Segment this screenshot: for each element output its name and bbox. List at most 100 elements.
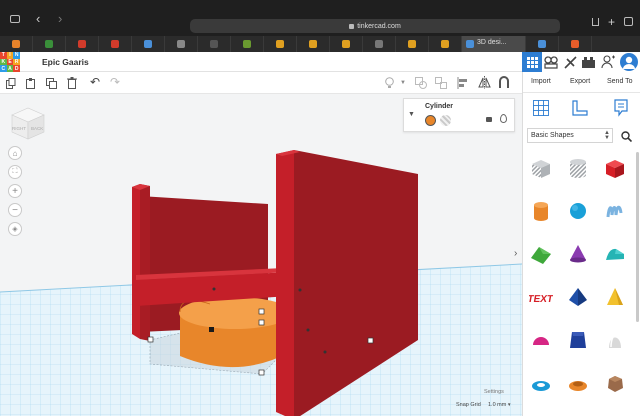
browser-tab[interactable]	[429, 36, 462, 52]
back-icon[interactable]: ‹	[36, 11, 40, 26]
hole-swatch[interactable]	[440, 115, 451, 126]
shape-sphere-icon[interactable]	[566, 199, 594, 227]
view-controls: ⌂ ⛶ + − ◈	[8, 146, 22, 240]
inspector-title: Cylinder	[425, 103, 454, 110]
avatar[interactable]	[620, 53, 638, 71]
browser-tab[interactable]	[165, 36, 198, 52]
shape-box-hole-icon[interactable]	[529, 156, 557, 184]
perspective-icon[interactable]: ◈	[8, 222, 22, 236]
browser-tab[interactable]	[396, 36, 429, 52]
share-icon[interactable]	[592, 18, 599, 26]
shape-round-roof-icon[interactable]	[603, 242, 631, 270]
forward-icon[interactable]: ›	[58, 11, 62, 26]
shape-box-icon[interactable]	[603, 156, 631, 184]
new-tab-icon[interactable]: +	[608, 15, 615, 29]
visibility-bulb-icon[interactable]	[500, 114, 507, 123]
settings-link[interactable]: Settings	[484, 389, 504, 395]
snap-grid-value[interactable]: 1.0 mm	[488, 402, 506, 408]
copy-icon[interactable]	[4, 76, 18, 90]
shape-cylinder-hole-icon[interactable]	[566, 156, 594, 184]
align-icon[interactable]	[456, 76, 470, 90]
shape-pyramid-icon[interactable]	[566, 285, 594, 313]
shape-library-scrollbar[interactable]	[636, 152, 639, 322]
paste-icon[interactable]	[24, 76, 38, 90]
undo-icon[interactable]: ↶	[88, 75, 102, 89]
fit-view-icon[interactable]: ⛶	[8, 165, 22, 179]
add-user-icon[interactable]	[600, 54, 616, 70]
browser-tab[interactable]	[33, 36, 66, 52]
tab-favicon-icon	[12, 40, 20, 48]
tinkercad-logo[interactable]: TINKERCAD	[0, 52, 20, 72]
tab-favicon-icon	[342, 40, 350, 48]
notes-tool-icon[interactable]	[609, 97, 633, 119]
shape-text-icon[interactable]: TEXT	[526, 285, 557, 313]
collapse-chevron-icon[interactable]: ▼	[408, 111, 415, 118]
tab-favicon-icon	[45, 40, 53, 48]
shape-roof-icon[interactable]	[529, 242, 557, 270]
sidebar-toggle-icon[interactable]	[10, 15, 20, 23]
browser-tab[interactable]	[231, 36, 264, 52]
browser-tab[interactable]	[99, 36, 132, 52]
redo-icon[interactable]: ↷	[108, 75, 122, 89]
shape-torus-icon[interactable]	[529, 371, 557, 399]
tabs-overview-icon[interactable]	[624, 17, 633, 26]
collapse-panel-arrow-icon[interactable]: ›	[514, 248, 517, 259]
snap-grid-dropdown-icon[interactable]: ▼	[507, 402, 511, 407]
tools-view-icon[interactable]	[562, 54, 578, 70]
lock-icon[interactable]	[486, 117, 492, 122]
ruler-tool-icon[interactable]	[568, 98, 592, 118]
shape-category-select[interactable]: Basic Shapes ▲ ▼	[527, 128, 613, 143]
delete-icon[interactable]	[65, 76, 79, 90]
bricks-view-icon[interactable]	[580, 54, 596, 70]
browser-tab[interactable]	[363, 36, 396, 52]
project-name[interactable]: Epic Gaaris	[42, 57, 89, 67]
shape-wedge-icon[interactable]	[603, 285, 631, 313]
browser-tab[interactable]	[559, 36, 592, 52]
solid-color-swatch[interactable]	[425, 115, 436, 126]
3d-design-view-icon[interactable]	[522, 52, 542, 72]
zoom-in-icon[interactable]: +	[8, 184, 22, 198]
browser-tab-active[interactable]: 3D desi...	[462, 36, 526, 52]
shape-cylinder-icon[interactable]	[529, 199, 557, 227]
shape-tube-icon[interactable]	[566, 371, 594, 399]
duplicate-icon[interactable]	[44, 76, 58, 90]
view-cube-right-face[interactable]: RIGHT	[12, 126, 26, 131]
view-cube-back-face[interactable]: BACK	[31, 126, 43, 131]
ungroup-icon[interactable]	[434, 76, 448, 90]
export-button[interactable]: Export	[570, 78, 590, 85]
zoom-out-icon[interactable]: −	[8, 203, 22, 217]
browser-bar: ‹ › tinkercad.com +	[0, 0, 640, 36]
shape-half-sphere-icon[interactable]	[529, 328, 557, 356]
view-cube[interactable]: RIGHT BACK	[10, 106, 46, 140]
logo-letter: D	[13, 65, 20, 72]
mirror-icon[interactable]	[477, 75, 491, 89]
magnet-icon[interactable]	[497, 75, 511, 89]
home-view-icon[interactable]: ⌂	[8, 146, 22, 160]
send-to-button[interactable]: Send To	[607, 78, 633, 85]
browser-tab[interactable]	[66, 36, 99, 52]
left-wall	[132, 184, 140, 339]
light-dropdown-icon[interactable]: ▼	[399, 76, 407, 90]
browser-tab[interactable]	[198, 36, 231, 52]
shape-paraboloid-icon[interactable]	[603, 328, 631, 356]
workplane-tool-icon[interactable]	[529, 98, 553, 118]
browser-tab[interactable]	[526, 36, 559, 52]
search-icon[interactable]	[618, 128, 634, 144]
workplane-viewport[interactable]: RIGHT BACK ⌂ ⛶ + − ◈ ▼ Cylinder › Settin…	[0, 94, 522, 416]
browser-tab[interactable]	[0, 36, 33, 52]
browser-tab[interactable]	[297, 36, 330, 52]
3d-scene[interactable]	[0, 94, 522, 416]
shape-category-value: Basic Shapes	[531, 132, 574, 139]
group-icon[interactable]	[414, 76, 428, 90]
shape-cone-icon[interactable]	[566, 242, 594, 270]
address-bar[interactable]: tinkercad.com	[190, 19, 560, 33]
shape-scribble-icon[interactable]	[603, 199, 631, 227]
blocks-view-icon[interactable]	[543, 54, 559, 70]
browser-tab[interactable]	[330, 36, 363, 52]
browser-tab[interactable]	[132, 36, 165, 52]
shape-polygon-icon[interactable]	[566, 328, 594, 356]
shape-icosahedron-icon[interactable]	[603, 371, 631, 399]
light-bulb-icon[interactable]	[382, 76, 396, 90]
import-button[interactable]: Import	[531, 78, 551, 85]
browser-tab[interactable]	[264, 36, 297, 52]
